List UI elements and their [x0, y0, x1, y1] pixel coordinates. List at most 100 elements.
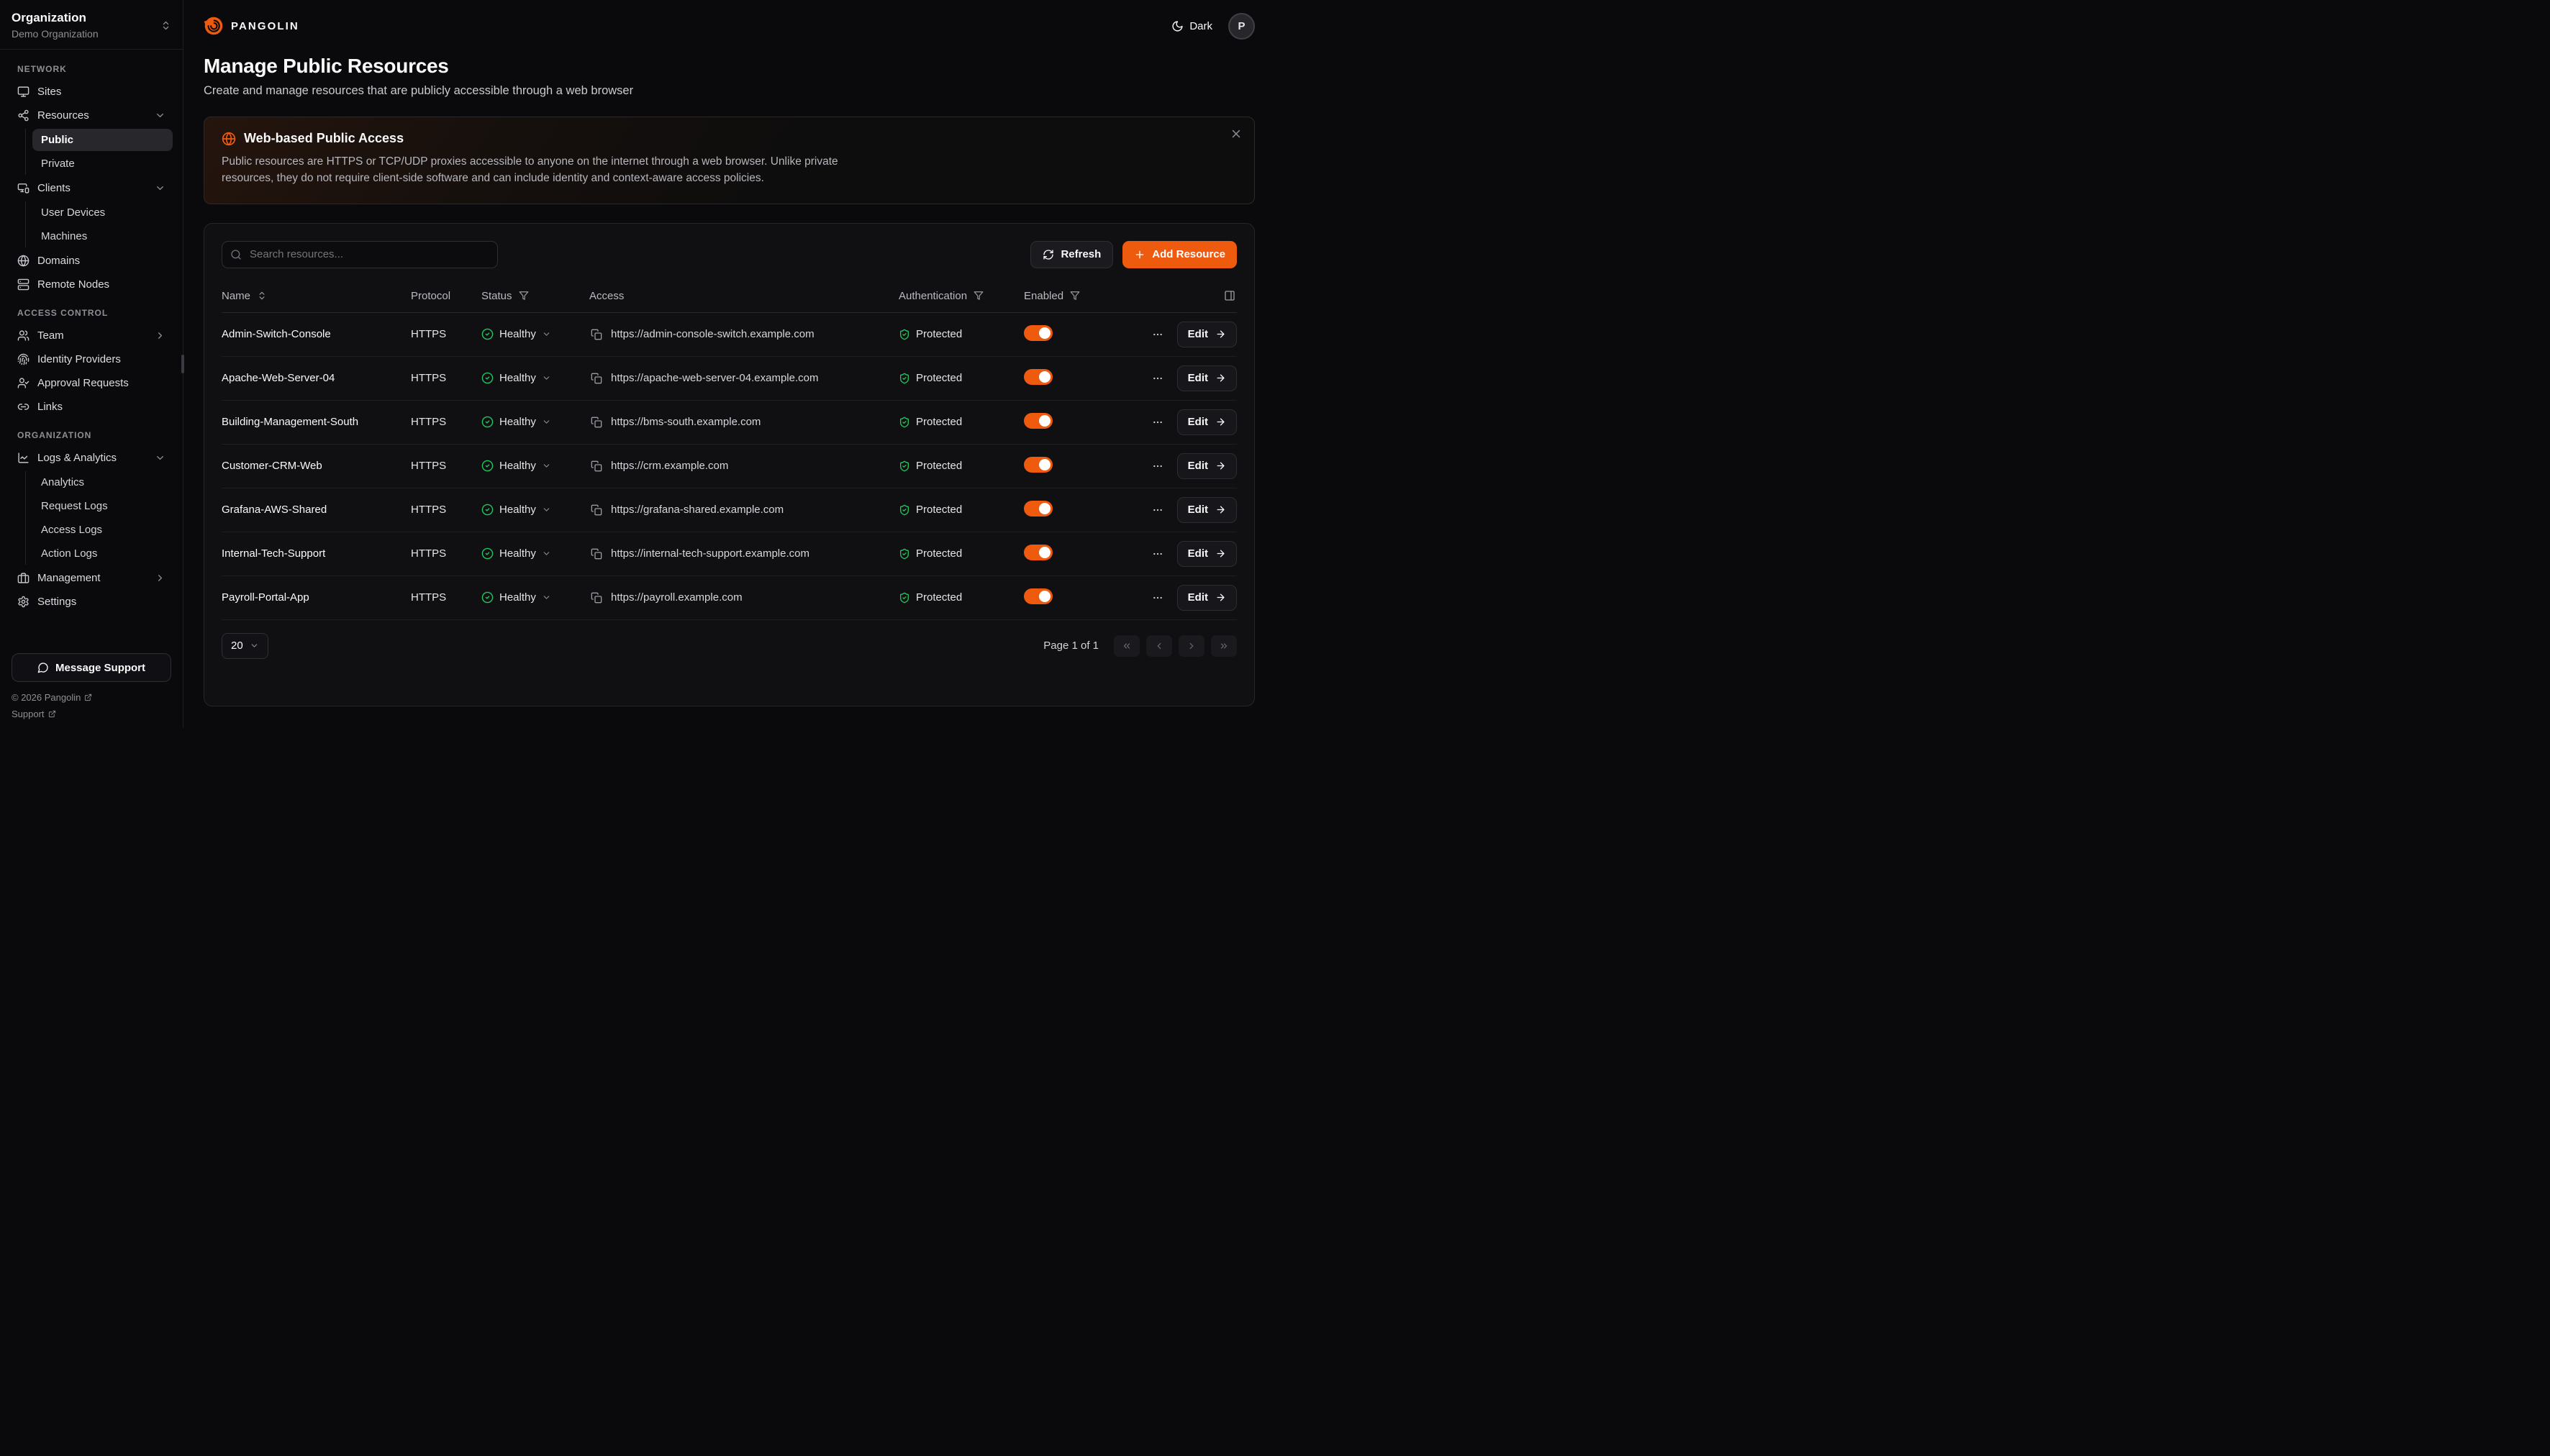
filter-authentication-button[interactable]	[972, 289, 985, 302]
copy-url-button[interactable]	[589, 591, 604, 605]
row-menu-button[interactable]	[1149, 370, 1166, 387]
page-size-select[interactable]: 20	[222, 633, 268, 659]
sidebar-item-private[interactable]: Private	[32, 153, 173, 175]
copy-url-button[interactable]	[589, 459, 604, 473]
enabled-toggle[interactable]	[1024, 369, 1053, 385]
copy-url-button[interactable]	[589, 547, 604, 561]
resource-url[interactable]: https://payroll.example.com	[611, 591, 743, 604]
prev-page-button[interactable]	[1146, 635, 1172, 657]
resource-url[interactable]: https://grafana-shared.example.com	[611, 504, 784, 516]
refresh-button[interactable]: Refresh	[1030, 241, 1113, 268]
row-menu-button[interactable]	[1149, 501, 1166, 519]
row-menu-button[interactable]	[1149, 545, 1166, 563]
sidebar-item-request-logs[interactable]: Request Logs	[32, 495, 173, 517]
edit-button[interactable]: Edit	[1177, 541, 1237, 567]
message-support-button[interactable]: Message Support	[12, 653, 171, 682]
sidebar-item-label: Remote Nodes	[37, 278, 109, 291]
sidebar-item-team[interactable]: Team	[10, 324, 173, 347]
sidebar-item-label: Settings	[37, 596, 76, 608]
sidebar-item-label: Public	[41, 134, 73, 146]
chart-line-icon	[17, 452, 30, 464]
filter-status-button[interactable]	[517, 289, 530, 302]
edit-button[interactable]: Edit	[1177, 322, 1237, 347]
header-protocol-label: Protocol	[411, 290, 450, 302]
status-dropdown[interactable]: Healthy	[481, 504, 551, 516]
sidebar-item-clients[interactable]: Clients	[10, 176, 173, 200]
edit-button[interactable]: Edit	[1177, 497, 1237, 523]
status-dropdown[interactable]: Healthy	[481, 328, 551, 340]
sidebar-item-logs-analytics[interactable]: Logs & Analytics	[10, 446, 173, 470]
next-page-button[interactable]	[1179, 635, 1204, 657]
search-input[interactable]	[222, 241, 498, 268]
enabled-toggle[interactable]	[1024, 457, 1053, 473]
copy-url-button[interactable]	[589, 415, 604, 429]
banner-body: Public resources are HTTPS or TCP/UDP pr…	[222, 153, 891, 187]
edit-button[interactable]: Edit	[1177, 365, 1237, 391]
status-dropdown[interactable]: Healthy	[481, 372, 551, 384]
row-menu-button[interactable]	[1149, 414, 1166, 431]
resource-url[interactable]: https://crm.example.com	[611, 460, 728, 472]
chevron-right-icon	[155, 330, 165, 341]
link-icon	[17, 401, 30, 413]
column-settings-button[interactable]	[1222, 288, 1237, 303]
sidebar-item-sites[interactable]: Sites	[10, 80, 173, 104]
status-dropdown[interactable]: Healthy	[481, 416, 551, 428]
edit-button[interactable]: Edit	[1177, 585, 1237, 611]
enabled-toggle[interactable]	[1024, 588, 1053, 604]
status-dropdown[interactable]: Healthy	[481, 547, 551, 560]
page-info: Page 1 of 1	[1043, 640, 1099, 652]
chevron-down-icon	[542, 593, 551, 602]
copy-url-button[interactable]	[589, 327, 604, 342]
copy-url-button[interactable]	[589, 371, 604, 386]
sidebar-item-remote-nodes[interactable]: Remote Nodes	[10, 273, 173, 296]
sidebar-item-identity-providers[interactable]: Identity Providers	[10, 347, 173, 371]
sidebar-item-public[interactable]: Public	[32, 129, 173, 151]
edit-button[interactable]: Edit	[1177, 409, 1237, 435]
sidebar-item-access-logs[interactable]: Access Logs	[32, 519, 173, 541]
sidebar-item-analytics[interactable]: Analytics	[32, 471, 173, 493]
status-dropdown[interactable]: Healthy	[481, 460, 551, 472]
resource-url[interactable]: https://bms-south.example.com	[611, 416, 761, 428]
section-organization: ORGANIZATION	[10, 430, 173, 440]
sidebar-item-action-logs[interactable]: Action Logs	[32, 542, 173, 565]
last-page-button[interactable]	[1211, 635, 1237, 657]
sidebar-item-machines[interactable]: Machines	[32, 225, 173, 247]
filter-enabled-button[interactable]	[1068, 289, 1081, 302]
row-menu-button[interactable]	[1149, 589, 1166, 606]
enabled-toggle[interactable]	[1024, 325, 1053, 341]
row-menu-button[interactable]	[1149, 458, 1166, 475]
sidebar-item-domains[interactable]: Domains	[10, 249, 173, 273]
sidebar-item-user-devices[interactable]: User Devices	[32, 201, 173, 224]
resource-url[interactable]: https://internal-tech-support.example.co…	[611, 547, 809, 560]
resource-url[interactable]: https://admin-console-switch.example.com	[611, 328, 815, 340]
support-link[interactable]: Support	[12, 709, 171, 719]
resource-protocol: HTTPS	[411, 547, 481, 560]
first-page-button[interactable]	[1114, 635, 1140, 657]
edit-button[interactable]: Edit	[1177, 453, 1237, 479]
add-resource-button[interactable]: Add Resource	[1122, 241, 1237, 268]
enabled-toggle[interactable]	[1024, 545, 1053, 560]
sort-name-button[interactable]	[255, 289, 268, 302]
copyright-link[interactable]: © 2026 Pangolin	[12, 692, 171, 703]
banner-close-button[interactable]	[1230, 127, 1243, 142]
status-dropdown[interactable]: Healthy	[481, 591, 551, 604]
row-menu-button[interactable]	[1149, 326, 1166, 343]
sidebar-resize-handle[interactable]	[181, 355, 184, 373]
sidebar-item-resources[interactable]: Resources	[10, 104, 173, 127]
resources-icon	[17, 109, 30, 122]
sidebar-item-links[interactable]: Links	[10, 395, 173, 419]
enabled-toggle[interactable]	[1024, 501, 1053, 517]
user-avatar[interactable]: P	[1228, 13, 1255, 40]
enabled-toggle[interactable]	[1024, 413, 1053, 429]
section-network: NETWORK	[10, 64, 173, 74]
resource-url[interactable]: https://apache-web-server-04.example.com	[611, 372, 818, 384]
sidebar-item-approval-requests[interactable]: Approval Requests	[10, 371, 173, 395]
add-resource-label: Add Resource	[1152, 248, 1225, 260]
copy-url-button[interactable]	[589, 503, 604, 517]
sidebar-item-management[interactable]: Management	[10, 566, 173, 590]
theme-toggle[interactable]: Dark	[1171, 20, 1212, 32]
sidebar-item-settings[interactable]: Settings	[10, 590, 173, 614]
moon-icon	[1171, 20, 1184, 32]
fingerprint-icon	[17, 353, 30, 365]
org-switcher[interactable]: Organization Demo Organization	[0, 0, 183, 50]
